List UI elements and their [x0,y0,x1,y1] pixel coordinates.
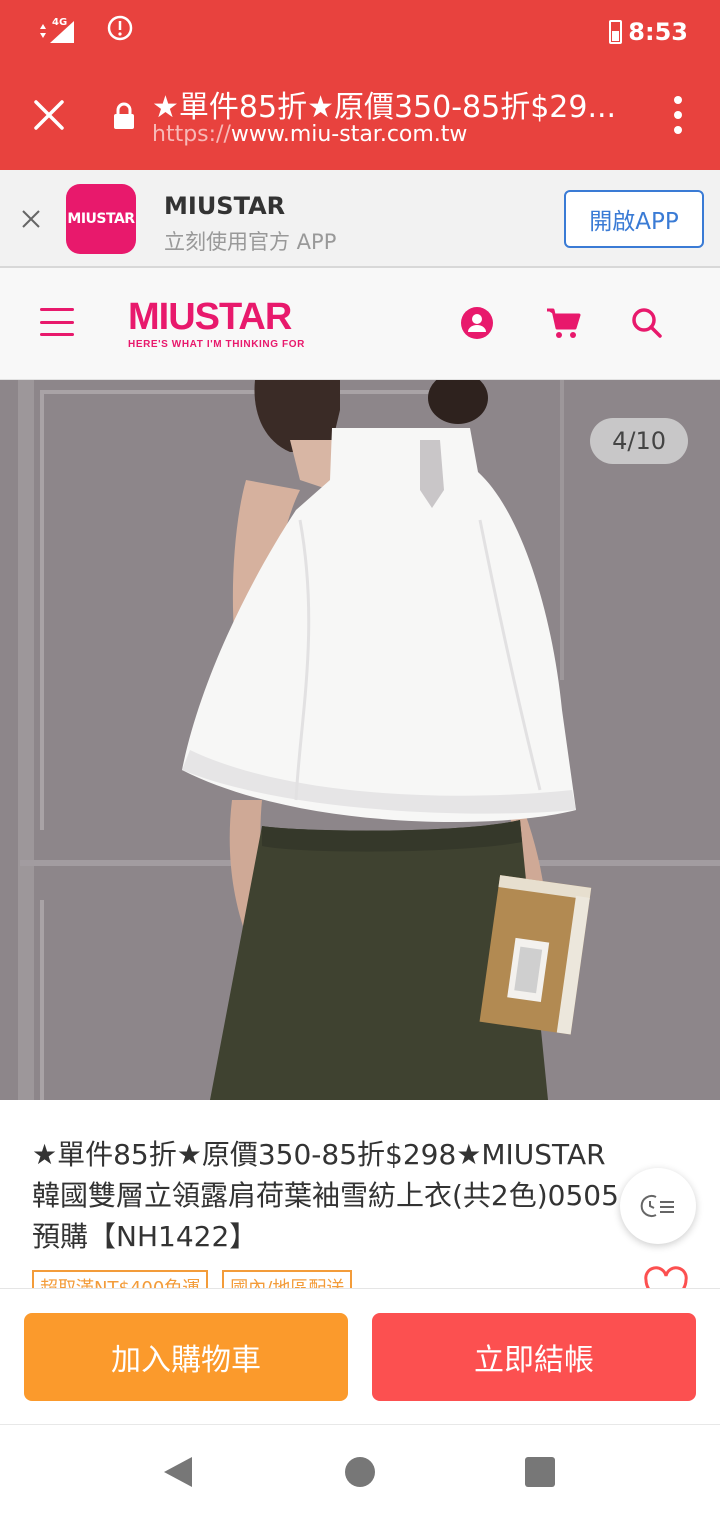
close-icon [22,210,40,228]
product-title-line: 韓國雙層立領露肩荷葉袖雪紡上衣(共2色)0505 [32,1179,619,1212]
app-install-banner: MIUSTAR MIUSTAR 立刻使用官方 APP 開啟APP [0,170,720,268]
dismiss-banner-button[interactable] [20,208,42,230]
battery-icon [609,20,623,44]
dot-icon [674,126,682,134]
app-logo: MIUSTAR [66,184,136,254]
dot-icon [674,96,682,104]
history-float-button[interactable] [620,1168,696,1244]
cart-icon[interactable] [545,306,581,340]
hamburger-menu-icon[interactable] [40,308,74,336]
checkout-button[interactable]: 立即結帳 [372,1313,696,1401]
shipping-tag: 超取滿NT$400免運 [32,1270,209,1290]
product-tags: 超取滿NT$400免運 國內/地區配送 [32,1270,353,1290]
download-alert-icon [106,14,134,46]
favorite-heart-icon[interactable] [642,1266,690,1290]
url-scheme: https:// [152,122,231,147]
system-nav-bar [0,1424,720,1520]
back-nav-icon[interactable] [162,1455,194,1493]
recents-nav-icon[interactable] [525,1457,555,1487]
url-host: www.miu-star.com.tw [230,122,468,147]
brand-name: MIUSTAR [128,296,292,338]
history-list-icon [640,1195,674,1217]
site-logo[interactable]: MIUSTAR HERE'S WHAT I'M THINKING FOR [128,298,305,350]
product-photo [0,380,720,1100]
svg-text:4G: 4G [52,17,67,28]
home-nav-icon[interactable] [345,1457,375,1487]
product-title-line: ★單件85折★原價350-85折$298★MIUSTAR [32,1138,606,1171]
page-url[interactable]: https://www.miu-star.com.tw [152,122,467,147]
more-options-button[interactable] [672,96,684,134]
close-icon [34,100,64,130]
add-to-cart-button[interactable]: 加入購物車 [24,1313,348,1401]
purchase-action-bar: 加入購物車 立即結帳 [0,1288,720,1424]
dot-icon [674,111,682,119]
app-subtitle: 立刻使用官方 APP [164,230,337,254]
status-bar: 4G 8:53 [0,0,720,70]
browser-toolbar: ★單件85折★原價350-85折$29... https://www.miu-s… [0,70,720,170]
product-image-carousel[interactable]: 4/10 [0,380,720,1100]
site-header: MIUSTAR HERE'S WHAT I'M THINKING FOR [0,268,720,380]
product-title-line: 預購【NH1422】 [32,1220,258,1253]
signal-4g-icon: 4G [38,15,78,45]
lock-icon[interactable] [112,102,136,130]
clock: 8:53 [628,18,688,46]
image-counter-badge: 4/10 [590,418,688,464]
open-app-button[interactable]: 開啟APP [564,190,704,248]
page-title[interactable]: ★單件85折★原價350-85折$29... [152,82,632,126]
search-icon[interactable] [630,306,664,340]
status-right: 8:53 [609,18,688,46]
close-tab-button[interactable] [30,96,68,134]
delivery-tag: 國內/地區配送 [222,1270,353,1290]
brand-tagline: HERE'S WHAT I'M THINKING FOR [128,339,305,350]
app-name: MIUSTAR [164,192,286,220]
product-title: ★單件85折★原價350-85折$298★MIUSTAR 韓國雙層立領露肩荷葉袖… [32,1134,692,1257]
account-icon[interactable] [460,306,494,340]
status-left: 4G [38,14,134,46]
